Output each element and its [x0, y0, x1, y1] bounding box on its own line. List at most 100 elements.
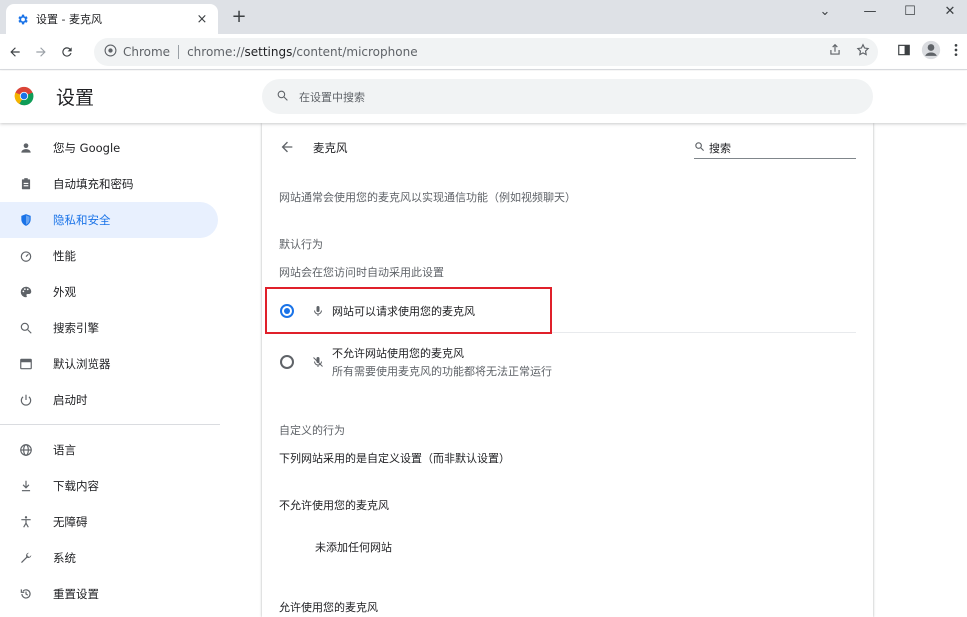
sidebar-item-label: 启动时 — [53, 393, 88, 407]
sidebar-item-reset[interactable]: 重置设置 — [0, 576, 218, 612]
omnibox-site-label: Chrome — [123, 45, 171, 59]
sidebar-item-label: 搜索引擎 — [53, 321, 99, 335]
side-panel-icon[interactable] — [897, 43, 911, 60]
search-placeholder: 在设置中搜索 — [299, 90, 365, 104]
reset-icon — [18, 586, 34, 602]
sidebar-item-accessibility[interactable]: 无障碍 — [0, 504, 218, 540]
page-title: 设置 — [56, 87, 95, 109]
chrome-logo-icon — [14, 86, 34, 106]
search-icon — [694, 141, 705, 155]
default-behavior-subtitle: 网站会在您访问时自动采用此设置 — [279, 266, 444, 279]
sidebar-item-search-engine[interactable]: 搜索引擎 — [0, 310, 218, 346]
reload-icon — [62, 46, 72, 57]
sidebar-item-label: 系统 — [53, 551, 76, 565]
share-icon[interactable] — [828, 43, 842, 60]
power-icon — [18, 392, 34, 408]
description-text: 网站通常会使用您的麦克风以实现通信功能（例如视频聊天） — [279, 191, 576, 204]
minimize-button[interactable]: — — [853, 0, 887, 22]
url-host: settings — [244, 45, 293, 59]
sidebar-item-label: 默认浏览器 — [53, 357, 111, 371]
option-allow-row[interactable]: 网站可以请求使用您的麦克风 — [262, 303, 856, 319]
menu-kebab-icon[interactable] — [951, 42, 961, 61]
close-window-button[interactable]: ✕ — [933, 0, 967, 22]
sidebar-item-autofill[interactable]: 自动填充和密码 — [0, 166, 218, 202]
microphone-settings-card: 麦克风 搜索 网站通常会使用您的麦克风以实现通信功能（例如视频聊天） 默认行为 … — [262, 123, 873, 617]
subpage-title: 麦克风 — [313, 141, 348, 155]
maximize-button[interactable]: ☐ — [893, 0, 927, 22]
sidebar-divider — [0, 424, 220, 425]
address-bar[interactable]: Chrome chrome://settings/content/microph… — [94, 38, 878, 66]
option-block-sublabel: 所有需要使用麦克风的功能都将无法正常运行 — [332, 365, 552, 378]
person-icon — [18, 140, 34, 156]
sidebar-item-system[interactable]: 系统 — [0, 540, 218, 576]
radio-allow[interactable] — [280, 304, 294, 318]
settings-search-input[interactable]: 在设置中搜索 — [262, 79, 873, 114]
option-block-label: 不允许网站使用您的麦克风 — [332, 347, 464, 360]
sidebar-item-label: 自动填充和密码 — [53, 177, 134, 191]
sidebar-item-default-browser[interactable]: 默认浏览器 — [0, 346, 218, 382]
sidebar-item-performance[interactable]: 性能 — [0, 238, 218, 274]
option-divider — [279, 332, 856, 333]
url-scheme: chrome:// — [187, 45, 245, 59]
sidebar-item-label: 您与 Google — [53, 141, 121, 155]
sidebar-item-appearance[interactable]: 外观 — [0, 274, 218, 310]
sidebar-item-downloads[interactable]: 下载内容 — [0, 468, 218, 504]
search-icon — [18, 320, 34, 336]
omnibox-url: chrome://settings/content/microphone — [187, 45, 418, 59]
omnibox-separator — [178, 45, 180, 59]
back-arrow-icon[interactable] — [279, 139, 297, 157]
allowed-sites-heading: 允许使用您的麦克风 — [279, 601, 378, 614]
sidebar-item-label: 下载内容 — [53, 479, 99, 493]
sidebar-item-label: 语言 — [53, 443, 76, 457]
palette-icon — [18, 284, 34, 300]
chrome-site-icon — [104, 44, 117, 60]
custom-behavior-heading: 自定义的行为 — [279, 424, 345, 437]
new-tab-button[interactable]: + — [229, 8, 249, 28]
close-tab-icon[interactable]: × — [194, 11, 210, 27]
omnibox-actions — [828, 43, 870, 60]
arrow-right-icon — [36, 46, 46, 57]
search-icon — [276, 89, 289, 105]
microphone-icon — [310, 303, 326, 319]
default-behavior-heading: 默认行为 — [279, 238, 323, 251]
gear-icon — [14, 11, 30, 27]
sidebar-item-label: 外观 — [53, 285, 76, 299]
sidebar-item-privacy[interactable]: 隐私和安全 — [0, 202, 218, 238]
sidebar-item-label: 隐私和安全 — [53, 213, 111, 227]
browser-toolbar: Chrome chrome://settings/content/microph… — [0, 34, 967, 70]
toolbar-right-actions — [897, 40, 961, 63]
sidebar-item-languages[interactable]: 语言 — [0, 432, 218, 468]
radio-block[interactable] — [280, 355, 294, 369]
accessibility-icon — [18, 514, 34, 530]
browser-icon — [18, 356, 34, 372]
custom-behavior-subtitle: 下列网站采用的是自定义设置（而非默认设置） — [279, 452, 510, 465]
back-button[interactable] — [4, 41, 26, 63]
subpage-search-input[interactable]: 搜索 — [694, 137, 856, 159]
download-icon — [18, 478, 34, 494]
option-block-row[interactable]: 不允许网站使用您的麦克风 所有需要使用麦克风的功能都将无法正常运行 — [262, 345, 856, 379]
microphone-off-icon — [310, 354, 326, 370]
arrow-left-icon — [10, 46, 20, 57]
sidebar-item-label: 重置设置 — [53, 587, 99, 601]
reload-button[interactable] — [56, 41, 78, 63]
option-allow-label: 网站可以请求使用您的麦克风 — [332, 305, 475, 318]
gauge-icon — [18, 248, 34, 264]
shield-icon — [18, 212, 34, 228]
option-block-text: 不允许网站使用您的麦克风 所有需要使用麦克风的功能都将无法正常运行 — [332, 345, 552, 379]
sidebar-item-you-and-google[interactable]: 您与 Google — [0, 130, 218, 166]
tab-title: 设置 - 麦克风 — [36, 13, 102, 26]
tab-search-dropdown-icon[interactable]: ⌄ — [808, 0, 842, 22]
settings-header: 设置 在设置中搜索 — [0, 71, 967, 123]
globe-icon — [18, 442, 34, 458]
bookmark-star-icon[interactable] — [856, 43, 870, 60]
profile-avatar-icon[interactable] — [921, 40, 941, 63]
forward-button[interactable] — [30, 41, 52, 63]
tab-settings[interactable]: 设置 - 麦克风 × — [6, 4, 218, 34]
sidebar-item-on-startup[interactable]: 启动时 — [0, 382, 218, 418]
subpage-search-placeholder: 搜索 — [709, 141, 731, 155]
tab-strip: 设置 - 麦克风 × + ⌄ — ☐ ✕ — [0, 0, 967, 34]
wrench-icon — [18, 550, 34, 566]
sidebar-item-label: 无障碍 — [53, 515, 88, 529]
sidebar-item-label: 性能 — [53, 249, 76, 263]
blocked-sites-heading: 不允许使用您的麦克风 — [279, 499, 389, 512]
